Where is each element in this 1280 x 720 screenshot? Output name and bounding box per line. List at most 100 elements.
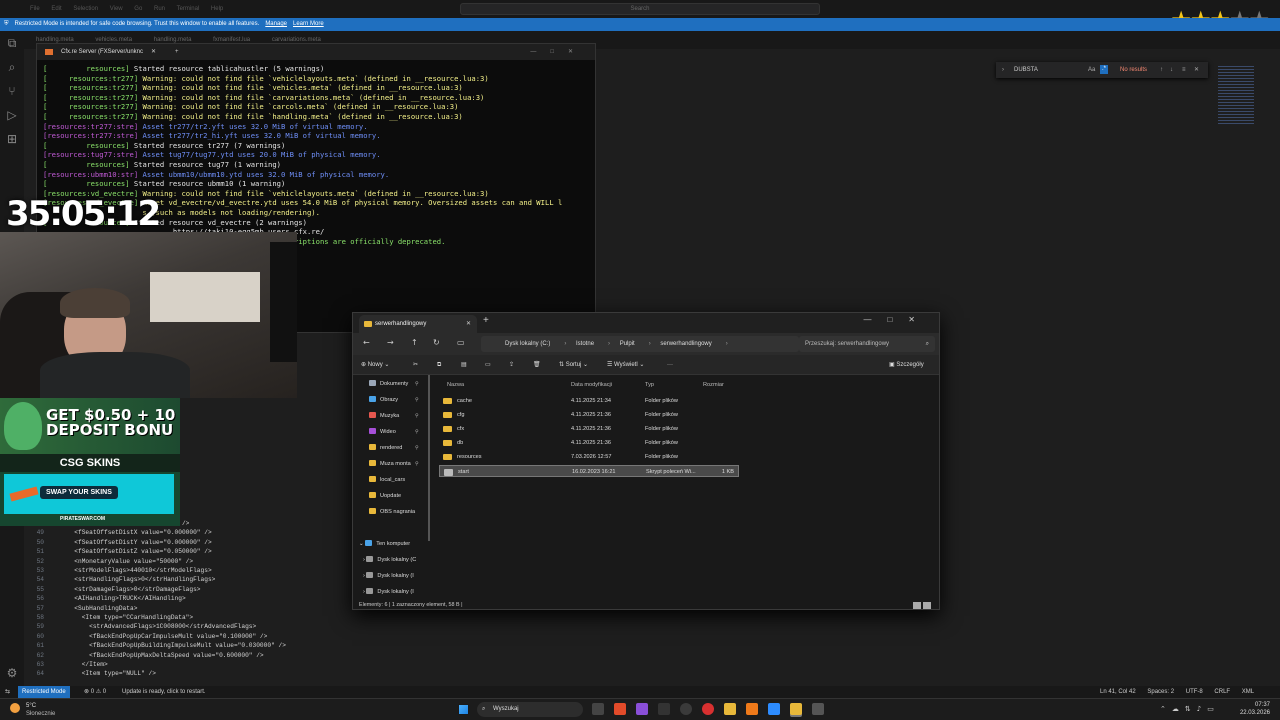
explorer-icon[interactable]: ⧉: [4, 35, 20, 51]
arrow-up-icon[interactable]: ↑: [1160, 62, 1163, 78]
extensions-icon[interactable]: ⊞: [4, 131, 20, 147]
view-button[interactable]: ☰ Wyświetl ⌄: [607, 355, 644, 375]
launcher-icon[interactable]: [746, 703, 758, 715]
cursor-position[interactable]: Ln 41, Col 42: [1100, 689, 1136, 695]
code-line[interactable]: 51 <fSeatOffsetDistZ value="0.050000" />: [24, 547, 354, 556]
code-line[interactable]: 54 <strHandlingFlags>0</strHandlingFlags…: [24, 575, 354, 584]
menu-run[interactable]: Run: [154, 6, 165, 12]
delete-icon[interactable]: 🗑: [533, 355, 541, 375]
file-row[interactable]: cache 4.11.2025 21:34 Folder plików: [439, 395, 739, 407]
details-button[interactable]: ▣ Szczegóły: [889, 355, 924, 375]
tree-this-pc[interactable]: ⌄ Ten komputer: [359, 537, 410, 551]
terminal-icon[interactable]: [812, 703, 824, 715]
view-toggles[interactable]: [911, 600, 933, 609]
nav-item[interactable]: OBS nagrania: [369, 505, 415, 519]
file-row[interactable]: cfx 4.11.2025 21:36 Folder plików: [439, 423, 739, 435]
menu-terminal[interactable]: Terminal: [177, 6, 200, 12]
new-tab-icon[interactable]: +: [483, 315, 489, 326]
sort-button[interactable]: ⇅ Sortuj ⌄: [559, 355, 588, 375]
app-icon[interactable]: [636, 703, 648, 715]
code-line[interactable]: 61 <fBackEndPopUpBuildingImpulseMult val…: [24, 641, 354, 650]
share-icon[interactable]: ⇪: [509, 355, 514, 375]
new-button[interactable]: ⊕ Nowy ⌄: [361, 355, 389, 375]
back-icon[interactable]: ←: [363, 338, 370, 347]
code-line[interactable]: 60 <fBackEndPopUpCarImpulseMult value="0…: [24, 632, 354, 641]
nav-item[interactable]: Obrazy ⚲: [369, 393, 419, 407]
arrow-down-icon[interactable]: ↓: [1170, 62, 1173, 78]
file-row[interactable]: db 4.11.2025 21:36 Folder plików: [439, 437, 739, 449]
file-row[interactable]: start 16.02.2023 16:21 Skrypt poleceń Wi..…: [439, 465, 739, 477]
file-explorer-icon[interactable]: [790, 703, 802, 715]
capcut-icon[interactable]: [658, 703, 670, 715]
gear-icon[interactable]: ⚙: [4, 665, 20, 681]
nav-item[interactable]: Wideo ⚲: [369, 425, 419, 439]
code-line[interactable]: 56 <AIHandling>TRUCK</AIHandling>: [24, 594, 354, 603]
problems-status[interactable]: ⊗ 0 ⚠ 0: [84, 686, 106, 698]
col-date[interactable]: Data modyfikacji: [571, 379, 612, 391]
menu-file[interactable]: File: [30, 6, 40, 12]
search-icon[interactable]: ⌕: [4, 59, 20, 75]
find-input[interactable]: DUBSTA: [1014, 67, 1038, 73]
file-explorer-window[interactable]: serwerhandlingowy ✕ + —□✕ ← → ↑ ↻ ▭ Dysk…: [352, 312, 940, 610]
system-tray[interactable]: ⌃☁⇅♪▭: [1160, 705, 1220, 713]
chevron-right-icon[interactable]: ›: [1002, 62, 1004, 78]
menu-view[interactable]: View: [110, 6, 123, 12]
window-controls[interactable]: —□✕: [863, 315, 931, 324]
code-line[interactable]: 50 <fSeatOffsetDistY value="0.000000" />: [24, 538, 354, 547]
code-line[interactable]: 64 <Item type="NULL" />: [24, 669, 354, 678]
indentation[interactable]: Spaces: 2: [1147, 689, 1174, 695]
details-view-icon[interactable]: [913, 602, 921, 609]
breadcrumb-pulpit[interactable]: Pulpit: [620, 341, 635, 347]
tree-drive[interactable]: › Dysk lokalny (I: [363, 569, 414, 583]
rename-icon[interactable]: ▭: [485, 355, 491, 375]
file-row[interactable]: cfg 4.11.2025 21:36 Folder plików: [439, 409, 739, 421]
code-line[interactable]: 52 <nMonetaryValue value="50000" />: [24, 557, 354, 566]
menu-help[interactable]: Help: [211, 6, 223, 12]
menu-selection[interactable]: Selection: [73, 6, 98, 12]
manage-link[interactable]: Manage: [265, 21, 287, 27]
nav-item[interactable]: rendered ⚲: [369, 441, 419, 455]
file-row[interactable]: resources 7.03.2026 12:57 Folder plików: [439, 451, 739, 463]
source-control-icon[interactable]: ⑂: [4, 83, 20, 99]
update-status[interactable]: Update is ready, click to restart.: [122, 686, 206, 698]
regex-toggle[interactable]: .*: [1100, 65, 1109, 74]
pin-icon[interactable]: ⚲: [415, 441, 419, 455]
close-icon[interactable]: ✕: [1194, 62, 1199, 78]
more-icon[interactable]: ···: [667, 355, 673, 375]
close-icon[interactable]: ✕: [466, 315, 471, 333]
up-icon[interactable]: ↑: [411, 338, 418, 347]
col-type[interactable]: Typ: [645, 379, 654, 391]
menu-go[interactable]: Go: [134, 6, 142, 12]
pin-icon[interactable]: ⚲: [415, 409, 419, 423]
nav-item[interactable]: Muza monta ⚲: [369, 457, 419, 471]
learn-more-link[interactable]: Learn More: [293, 21, 324, 27]
breadcrumb-drive[interactable]: Dysk lokalny (C:): [505, 341, 550, 347]
code-line[interactable]: 59 <strAdvancedFlags>1C008000</strAdvanc…: [24, 622, 354, 631]
menu-icon[interactable]: ≡: [1182, 62, 1186, 78]
monitor-icon[interactable]: ▭: [457, 338, 465, 347]
code-line[interactable]: 55 <strDamageFlags>0</strDamageFlags>: [24, 585, 354, 594]
match-case-toggle[interactable]: Aa: [1088, 62, 1095, 78]
menu-edit[interactable]: Edit: [51, 6, 61, 12]
refresh-icon[interactable]: ↻: [433, 338, 440, 347]
new-tab-icon[interactable]: +: [175, 44, 179, 60]
address-bar[interactable]: Dysk lokalny (C:) › Istotne › Pulpit › serw…: [481, 336, 799, 352]
language-mode[interactable]: XML: [1242, 689, 1254, 695]
col-size[interactable]: Rozmiar: [703, 379, 724, 391]
code-line[interactable]: 58 <Item type="CCarHandlingData">: [24, 613, 354, 622]
nav-scrollbar[interactable]: [428, 375, 430, 541]
pin-icon[interactable]: ⚲: [415, 393, 419, 407]
code-line[interactable]: 63 </Item>: [24, 660, 354, 669]
paste-icon[interactable]: ▤: [461, 355, 467, 375]
task-view-icon[interactable]: [592, 703, 604, 715]
nav-item[interactable]: Muzyka ⚲: [369, 409, 419, 423]
tiles-view-icon[interactable]: [923, 602, 931, 609]
line-ending[interactable]: CRLF: [1214, 689, 1230, 695]
pin-icon[interactable]: ⚲: [415, 457, 419, 471]
tree-drive[interactable]: › Dysk lokalny (C: [363, 553, 416, 567]
window-controls[interactable]: —□✕: [530, 44, 587, 60]
close-tab-icon[interactable]: ✕: [151, 44, 156, 60]
pin-icon[interactable]: ⚲: [415, 377, 419, 391]
col-name[interactable]: Nazwa: [447, 379, 464, 391]
pin-icon[interactable]: ⚲: [415, 425, 419, 439]
